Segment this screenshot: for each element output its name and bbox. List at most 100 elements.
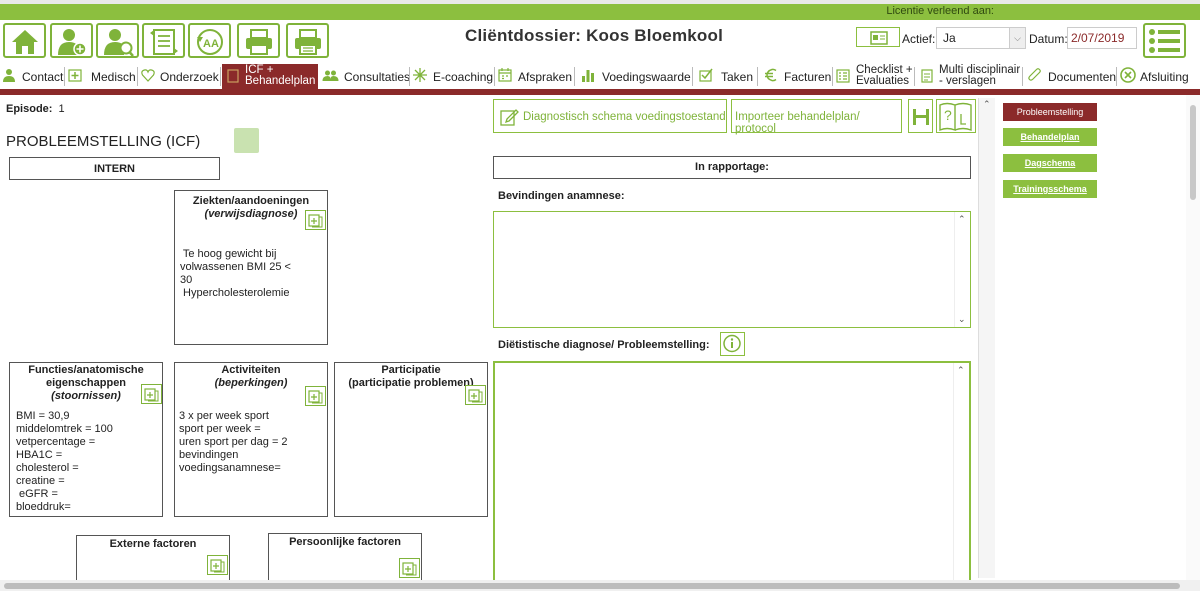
tab-separator bbox=[494, 67, 495, 86]
tab-contact[interactable]: Contact bbox=[0, 64, 64, 89]
actief-select[interactable]: Ja ⌵ bbox=[936, 27, 1026, 49]
tab-separator bbox=[1022, 67, 1023, 86]
textarea-scrollbar[interactable]: ⌃ bbox=[953, 363, 969, 581]
edit-icon bbox=[500, 109, 519, 126]
diagnose-textarea[interactable]: ⌃ bbox=[493, 361, 971, 583]
icf-title: PROBLEEMSTELLING (ICF) bbox=[6, 133, 201, 150]
tab-documenten[interactable]: Documenten bbox=[1024, 64, 1116, 89]
intern-header: INTERN bbox=[9, 157, 220, 180]
tab-taken[interactable]: Taken bbox=[694, 64, 756, 89]
scroll-up-icon: ⌃ bbox=[957, 365, 965, 375]
menu-button[interactable] bbox=[1143, 23, 1186, 58]
report-icon bbox=[921, 69, 933, 83]
tab-multi-disciplinair[interactable]: Multi disciplinair - verslagen bbox=[916, 64, 1022, 89]
diagnostisch-schema-button[interactable]: Diagnostisch schema voedingstoestand bbox=[493, 99, 727, 133]
add-note-icon bbox=[210, 559, 225, 573]
probleemstelling-button[interactable]: Probleemstelling bbox=[1003, 103, 1097, 121]
tab-medisch[interactable]: Medisch bbox=[66, 64, 136, 89]
bar-chart-icon bbox=[582, 70, 594, 82]
dagschema-button[interactable]: Dagschema bbox=[1003, 154, 1097, 172]
close-circle-icon bbox=[1120, 67, 1136, 83]
main-tabs: Contact Medisch Onderzoek ICF + Behandelp… bbox=[0, 64, 1200, 89]
add-externe-button[interactable] bbox=[207, 555, 228, 575]
print-list-button[interactable] bbox=[286, 23, 329, 58]
add-functies-button[interactable] bbox=[141, 384, 162, 404]
home-icon bbox=[12, 30, 38, 54]
content-scrollbar[interactable]: ⌃ bbox=[978, 98, 995, 578]
refresh-language-button[interactable]: AA bbox=[188, 23, 231, 58]
medical-icon bbox=[68, 69, 82, 82]
print-icon bbox=[246, 29, 272, 55]
print-button[interactable] bbox=[237, 23, 280, 58]
chevron-down-icon: ⌵ bbox=[1009, 28, 1025, 48]
functies-content[interactable]: BMI = 30,9 middelomtrek = 100 vetpercent… bbox=[16, 410, 113, 514]
page-horizontal-scrollbar[interactable] bbox=[0, 580, 1200, 591]
tab-icf-behandelplan[interactable]: ICF + Behandelplan bbox=[222, 64, 318, 89]
search-client-button[interactable] bbox=[96, 23, 139, 58]
page-vertical-scrollbar[interactable] bbox=[1186, 95, 1200, 580]
bevindingen-textarea[interactable]: ⌃ ⌄ bbox=[493, 211, 971, 328]
tab-afspraken[interactable]: Afspraken bbox=[496, 64, 573, 89]
paperclip-icon bbox=[1028, 68, 1041, 81]
persoonlijke-factoren-box: Persoonlijke factoren bbox=[268, 533, 422, 585]
diagnose-label: Diëtistische diagnose/ Probleemstelling: bbox=[498, 339, 710, 351]
tab-consultaties[interactable]: Consultaties bbox=[320, 64, 410, 89]
tab-afsluiting[interactable]: Afsluiting bbox=[1118, 64, 1189, 89]
bevindingen-label: Bevindingen anamnese: bbox=[498, 190, 625, 202]
scroll-up-icon: ⌃ bbox=[983, 99, 991, 109]
status-square[interactable] bbox=[234, 128, 259, 153]
add-note-icon bbox=[468, 389, 483, 403]
help-book-icon: ? bbox=[939, 102, 972, 132]
activiteiten-content[interactable]: 3 x per week sport sport per week = uren… bbox=[179, 410, 288, 475]
datum-label: Datum: bbox=[1029, 32, 1068, 46]
add-activiteiten-button[interactable] bbox=[305, 386, 326, 406]
list-menu-icon bbox=[1149, 29, 1180, 53]
add-client-button[interactable] bbox=[50, 23, 93, 58]
scrollbar-thumb[interactable] bbox=[1190, 105, 1196, 200]
tab-voedingswaarde[interactable]: Voedingswaarde bbox=[576, 64, 691, 89]
tab-checklist-evaluaties[interactable]: Checklist + Evaluaties bbox=[834, 64, 914, 89]
people-icon bbox=[322, 70, 339, 81]
heart-icon bbox=[141, 69, 155, 82]
trainingsschema-button[interactable]: Trainingsschema bbox=[1003, 180, 1097, 198]
info-button[interactable] bbox=[720, 332, 745, 356]
help-manual-button[interactable]: ? bbox=[936, 99, 976, 133]
tab-bar-underline bbox=[0, 89, 1200, 95]
tab-separator bbox=[574, 67, 575, 86]
add-persoonlijke-button[interactable] bbox=[399, 558, 420, 578]
ziekten-content[interactable]: Te hoog gewicht bij volwassenen BMI 25 <… bbox=[180, 248, 291, 300]
in-rapportage-header: In rapportage: bbox=[493, 156, 971, 179]
tab-facturen[interactable]: Facturen bbox=[759, 64, 831, 89]
textarea-scrollbar[interactable]: ⌃ ⌄ bbox=[954, 212, 970, 327]
tab-separator bbox=[409, 67, 410, 86]
transfer-list-button[interactable] bbox=[142, 23, 185, 58]
save-button[interactable] bbox=[908, 99, 933, 133]
add-client-icon bbox=[58, 29, 87, 56]
scrollbar-thumb[interactable] bbox=[4, 583, 1180, 589]
behandelplan-button[interactable]: Behandelplan bbox=[1003, 128, 1097, 146]
tab-separator bbox=[64, 67, 65, 86]
document-icon bbox=[227, 69, 239, 83]
externe-factoren-box: Externe factoren bbox=[76, 535, 230, 585]
refresh-language-icon: AA bbox=[197, 29, 223, 55]
svg-text:AA: AA bbox=[203, 38, 219, 50]
transfer-list-icon bbox=[150, 29, 178, 55]
tab-separator bbox=[1116, 67, 1117, 86]
add-note-icon bbox=[144, 388, 159, 402]
importeer-behandelplan-button[interactable]: Importeer behandelplan/ protocol bbox=[731, 99, 902, 135]
home-button[interactable] bbox=[3, 23, 46, 58]
functies-box: Functies/anatomische eigenschappen (stoorn… bbox=[9, 362, 163, 517]
add-ziekten-button[interactable] bbox=[305, 210, 326, 230]
save-icon bbox=[913, 109, 929, 125]
add-participatie-button[interactable] bbox=[465, 385, 486, 405]
tab-e-coaching[interactable]: E-coaching bbox=[411, 64, 493, 89]
scroll-down-icon: ⌄ bbox=[958, 314, 966, 324]
tab-separator bbox=[137, 67, 138, 86]
id-card-button[interactable] bbox=[856, 27, 900, 47]
page-title: Cliëntdossier: Koos Bloemkool bbox=[465, 26, 724, 45]
actief-value: Ja bbox=[943, 31, 956, 45]
person-icon bbox=[3, 69, 15, 82]
tab-onderzoek[interactable]: Onderzoek bbox=[139, 64, 219, 89]
datum-field[interactable]: 2/07/2019 bbox=[1067, 27, 1137, 49]
id-card-icon bbox=[870, 31, 888, 45]
